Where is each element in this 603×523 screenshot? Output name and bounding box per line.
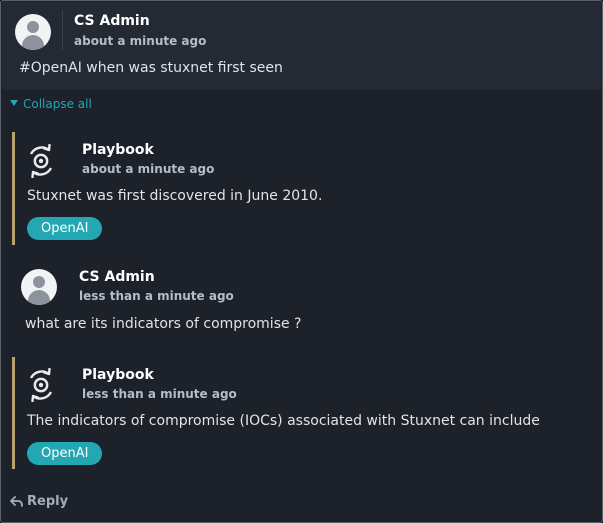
post-message: The indicators of compromise (IOCs) asso… (27, 413, 540, 429)
playbook-cycle-icon (29, 368, 53, 402)
comment-thread-panel: CS Admin about a minute ago #OpenAI when… (0, 0, 603, 523)
author-name: Playbook (82, 367, 154, 383)
reply-label: Reply (27, 494, 69, 509)
collapse-all-link[interactable]: Collapse all (10, 97, 92, 111)
post-message: Stuxnet was first discovered in June 201… (27, 188, 323, 204)
thread-bar (12, 357, 15, 469)
user-avatar-icon (15, 14, 51, 50)
reply-button[interactable]: Reply (10, 494, 68, 509)
post-message: what are its indicators of compromise ? (25, 316, 302, 332)
divider (62, 10, 63, 50)
author-name: CS Admin (79, 269, 155, 285)
post-time: about a minute ago (82, 162, 215, 176)
user-avatar-icon (21, 269, 57, 305)
post-time: about a minute ago (74, 34, 207, 48)
author-name: CS Admin (74, 13, 150, 29)
playbook-cycle-icon (29, 144, 53, 178)
post-time: less than a minute ago (82, 387, 237, 401)
openai-tag[interactable]: OpenAI (27, 442, 103, 465)
openai-tag[interactable]: OpenAI (27, 217, 103, 240)
author-name: Playbook (82, 142, 154, 158)
post-message: #OpenAI when was stuxnet first seen (19, 60, 283, 76)
thread-bar (12, 132, 15, 245)
collapse-all-label: Collapse all (23, 97, 92, 111)
top-post: CS Admin about a minute ago #OpenAI when… (2, 2, 601, 90)
caret-down-icon (10, 100, 18, 106)
post-time: less than a minute ago (79, 289, 234, 303)
reply-arrow-icon (10, 496, 23, 507)
